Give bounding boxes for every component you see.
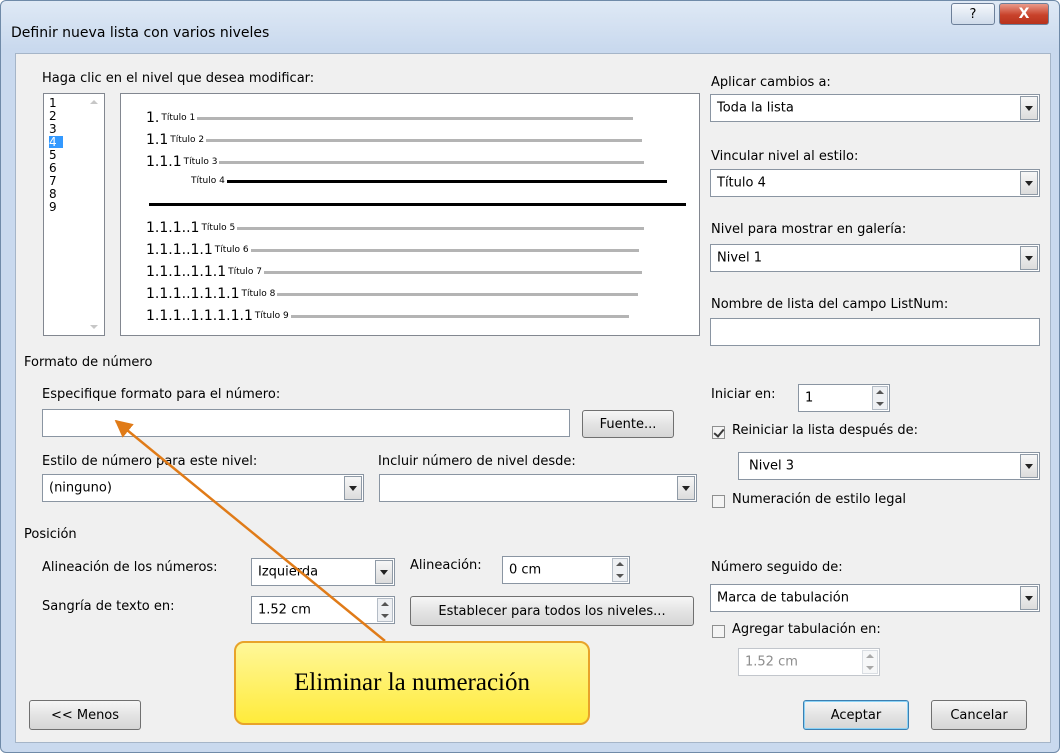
annotation-callout: Eliminar la numeración (234, 641, 590, 725)
callout-text: Eliminar la numeración (293, 669, 531, 696)
